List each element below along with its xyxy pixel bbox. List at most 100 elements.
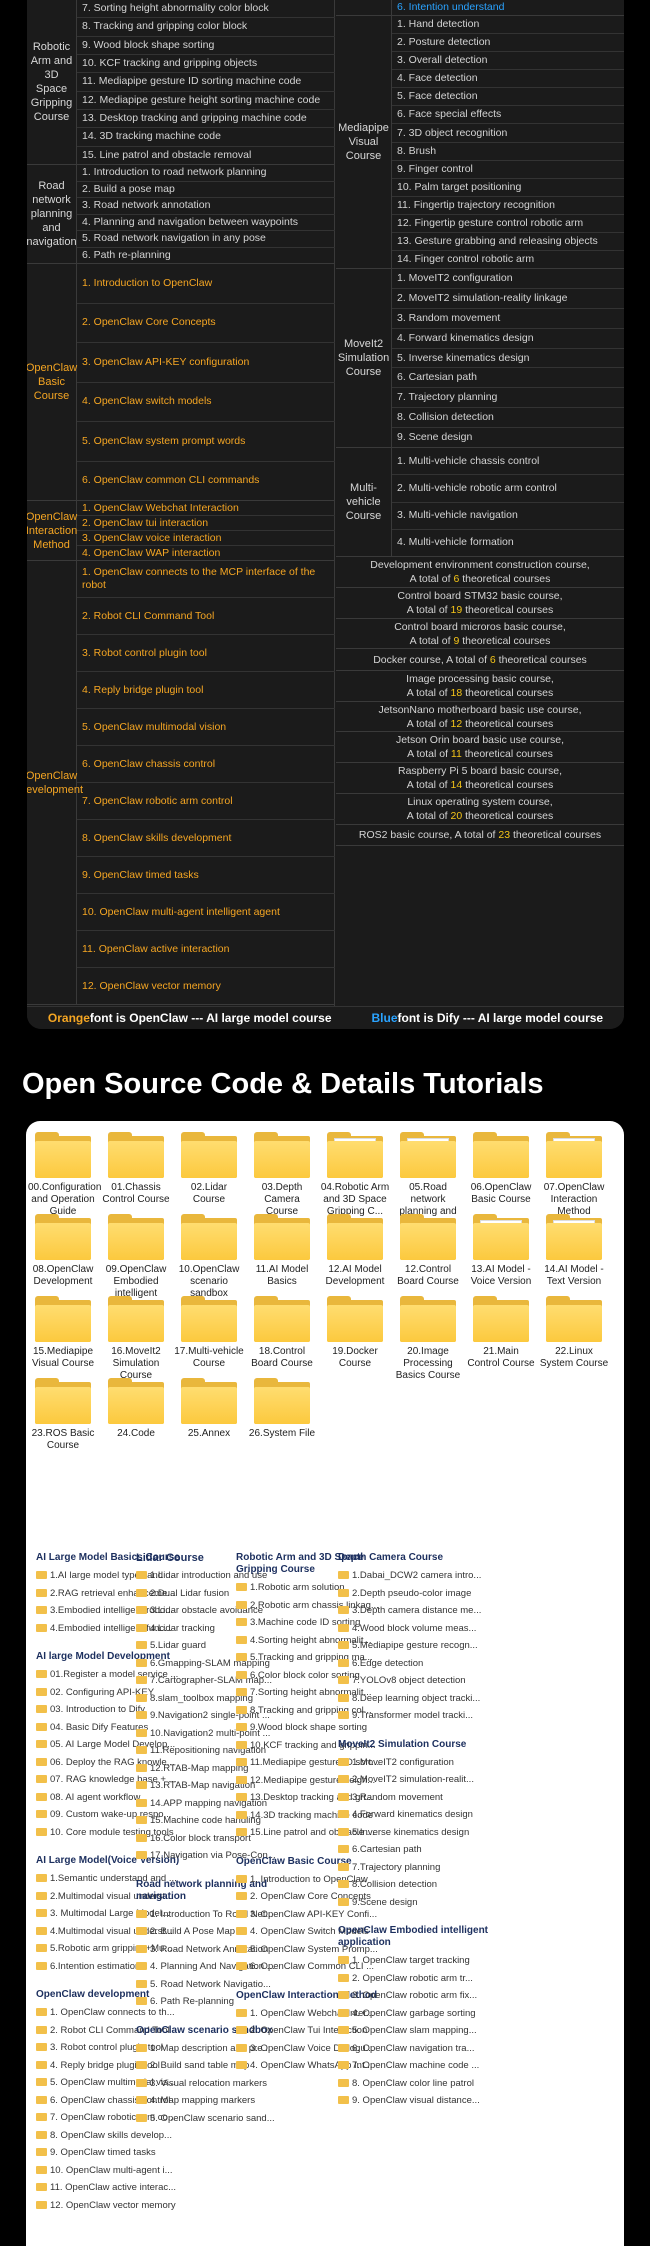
toc-item[interactable]: 8. OpenClaw color line patrol bbox=[338, 2075, 486, 2093]
course-summary-count: A total of 14 theoretical courses bbox=[407, 778, 554, 792]
folder-icon bbox=[338, 2043, 349, 2052]
count-prefix: A total of bbox=[406, 810, 451, 822]
toc-item-label: 04. Basic Dify Features bbox=[50, 1721, 149, 1733]
toc-item[interactable]: 5.Inverse kinematics design bbox=[338, 1824, 486, 1842]
folder[interactable]: 22.Linux System Course bbox=[538, 1285, 610, 1370]
toc-item[interactable]: 5. OpenClaw slam mapping... bbox=[338, 2022, 486, 2040]
folder[interactable]: 18.Control Board Course bbox=[246, 1285, 318, 1370]
course-item: 1. OpenClaw connects to the MCP interfac… bbox=[77, 561, 335, 598]
toc-item-label: 11. OpenClaw active interac... bbox=[50, 2182, 177, 2193]
group-title: MoveIt2 Simulation Course bbox=[336, 269, 392, 447]
toc-item[interactable]: 7.YOLOv8 object detection bbox=[338, 1672, 486, 1690]
folder[interactable]: 06.OpenClaw Basic Course bbox=[465, 1121, 537, 1206]
toc-item[interactable]: 6.Edge detection bbox=[338, 1655, 486, 1673]
folder[interactable]: 19.Docker Course bbox=[319, 1285, 391, 1370]
toc-item[interactable]: 9. OpenClaw visual distance... bbox=[338, 2092, 486, 2110]
toc-item[interactable]: 1. OpenClaw target tracking bbox=[338, 1952, 486, 1970]
course-item: 6. OpenClaw common CLI commands bbox=[82, 474, 260, 487]
folder[interactable]: 25.Annex bbox=[173, 1367, 245, 1440]
toc-item[interactable]: 2.MoveIT2 simulation-realit... bbox=[338, 1771, 486, 1789]
folder-icon bbox=[136, 1623, 147, 1632]
course-item: 1. Introduction to road network planning bbox=[77, 165, 335, 182]
folder[interactable]: 12.AI Model Development bbox=[319, 1203, 391, 1288]
folder-icon bbox=[338, 1775, 349, 1783]
course-summary-count: A total of 12 theoretical courses bbox=[407, 717, 554, 731]
legend-blue-text: font is Dify --- AI large model course bbox=[397, 1011, 604, 1025]
toc-section: Depth Camera Course 1.Dabai_DCW2 camera i… bbox=[338, 1552, 488, 1725]
folder-icon bbox=[338, 1588, 349, 1597]
toc-item[interactable]: 4. OpenClaw garbage sorting bbox=[338, 2005, 486, 2023]
folder-icon bbox=[36, 1874, 47, 1882]
course-group: OpenClaw development1. OpenClaw connects… bbox=[27, 561, 335, 1005]
folder[interactable]: 21.Main Control Course bbox=[465, 1285, 537, 1370]
group-items: 1. OpenClaw Webchat Interaction 2. OpenCl… bbox=[77, 501, 335, 560]
folder-icon bbox=[338, 1641, 349, 1649]
folder-icon bbox=[236, 1723, 247, 1731]
toc-item[interactable]: 2.Depth pseudo-color image bbox=[338, 1585, 486, 1603]
course-item: 1. OpenClaw Webchat Interaction bbox=[77, 501, 335, 516]
folder-icon bbox=[108, 1378, 164, 1424]
toc-item[interactable]: 5.Mediapipe gesture recogn... bbox=[338, 1637, 486, 1655]
folder[interactable]: 12.Control Board Course bbox=[392, 1203, 464, 1288]
toc-item-label: 8. OpenClaw color line patrol bbox=[352, 2077, 474, 2089]
course-summary: Raspberry Pi 5 board basic course, A tota… bbox=[336, 763, 624, 794]
folder-label: 19.Docker Course bbox=[332, 1346, 378, 1369]
folder[interactable]: 23.ROS Basic Course bbox=[27, 1367, 99, 1452]
folder[interactable]: 11.AI Model Basics bbox=[246, 1203, 318, 1288]
folder[interactable]: 02.Lidar Course bbox=[173, 1121, 245, 1206]
course-item: 4. Forward kinematics design bbox=[392, 329, 624, 349]
folder-icon bbox=[327, 1132, 383, 1178]
folder[interactable]: 01.Chassis Control Course bbox=[100, 1121, 172, 1206]
folder-front bbox=[473, 1141, 529, 1178]
folder[interactable]: 14.AI Model - Text Version bbox=[538, 1203, 610, 1288]
folder-front bbox=[254, 1305, 310, 1342]
count-suffix: theoretical courses bbox=[461, 748, 553, 760]
count-prefix: A total of bbox=[406, 604, 451, 616]
toc-item[interactable]: 3.Random movement bbox=[338, 1789, 486, 1807]
toc-item[interactable]: 2. OpenClaw robotic arm tr... bbox=[338, 1970, 486, 1988]
toc-item[interactable]: 8.Deep learning object tracki... bbox=[338, 1690, 486, 1708]
toc-item-label: 3.Random movement bbox=[352, 1791, 443, 1803]
toc-item-label: 5. OpenClaw scenario sand... bbox=[150, 2112, 275, 2124]
folder-icon bbox=[338, 1711, 349, 1719]
folder[interactable]: 13.AI Model - Voice Version bbox=[465, 1203, 537, 1288]
toc-item[interactable]: 3. OpenClaw robotic arm fix... bbox=[338, 1987, 486, 2005]
toc-item-label: 9. OpenClaw timed tasks bbox=[50, 2147, 156, 2158]
folder[interactable]: 20.Image Processing Basics Course bbox=[392, 1285, 464, 1382]
toc-item[interactable]: 1.MoveIT2 configuration bbox=[338, 1754, 486, 1772]
toc-item[interactable]: 10. OpenClaw multi-agent i... bbox=[36, 2162, 184, 2180]
course-item: 3. Road network annotation bbox=[77, 198, 335, 215]
folder-icon bbox=[136, 1944, 147, 1953]
folder[interactable]: 24.Code bbox=[100, 1367, 172, 1440]
folder-icon bbox=[236, 1758, 247, 1766]
folder-icon bbox=[36, 2130, 47, 2139]
toc-item[interactable]: 9.Scene design bbox=[338, 1894, 486, 1912]
count-prefix: A total of bbox=[406, 717, 451, 730]
course-group: 6. Intention understand bbox=[336, 0, 624, 16]
folder[interactable]: 26.System File bbox=[246, 1367, 318, 1440]
course-item: 9. Finger control bbox=[392, 161, 624, 179]
folder[interactable]: 17.Multi-vehicle Course bbox=[173, 1285, 245, 1370]
toc-item[interactable]: 7.Trajectory planning bbox=[338, 1859, 486, 1877]
toc-item[interactable]: 12. OpenClaw vector memory bbox=[36, 2197, 184, 2215]
toc-item[interactable]: 5. OpenClaw scenario sand... bbox=[136, 2110, 284, 2128]
folder-front bbox=[400, 1305, 456, 1342]
toc-item-label: 2.MoveIT2 simulation-realit... bbox=[352, 1774, 474, 1785]
toc-item[interactable]: 4.Forward kinematics design bbox=[338, 1806, 486, 1824]
course-item: 1. Introduction to OpenClaw bbox=[77, 264, 335, 304]
toc-item[interactable]: 1.Dabai_DCW2 camera intro... bbox=[338, 1567, 486, 1585]
toc-item[interactable]: 4. Map mapping markers bbox=[136, 2092, 284, 2110]
folder-icon bbox=[338, 1658, 349, 1667]
toc-item[interactable]: 7. OpenClaw machine code ... bbox=[338, 2057, 486, 2075]
toc-item[interactable]: 3.Depth camera distance me... bbox=[338, 1602, 486, 1620]
toc-item[interactable]: 11. OpenClaw active interac... bbox=[36, 2179, 184, 2197]
toc-item[interactable]: 9. OpenClaw timed tasks bbox=[36, 2144, 184, 2162]
folder[interactable]: 15.Mediapipe Visual Course bbox=[27, 1285, 99, 1370]
toc-item[interactable]: 6.Cartesian path bbox=[338, 1841, 486, 1859]
toc-item[interactable]: 6. OpenClaw navigation tra... bbox=[338, 2040, 486, 2058]
folder[interactable]: 08.OpenClaw Development bbox=[27, 1203, 99, 1288]
toc-item[interactable]: 9.Transformer model tracki... bbox=[338, 1707, 486, 1725]
toc-item[interactable]: 4.Wood block volume meas... bbox=[338, 1620, 486, 1638]
course-summary-count: Docker course, A total of 6 theoretical … bbox=[373, 653, 587, 667]
toc-item[interactable]: 8.Collision detection bbox=[338, 1876, 486, 1894]
